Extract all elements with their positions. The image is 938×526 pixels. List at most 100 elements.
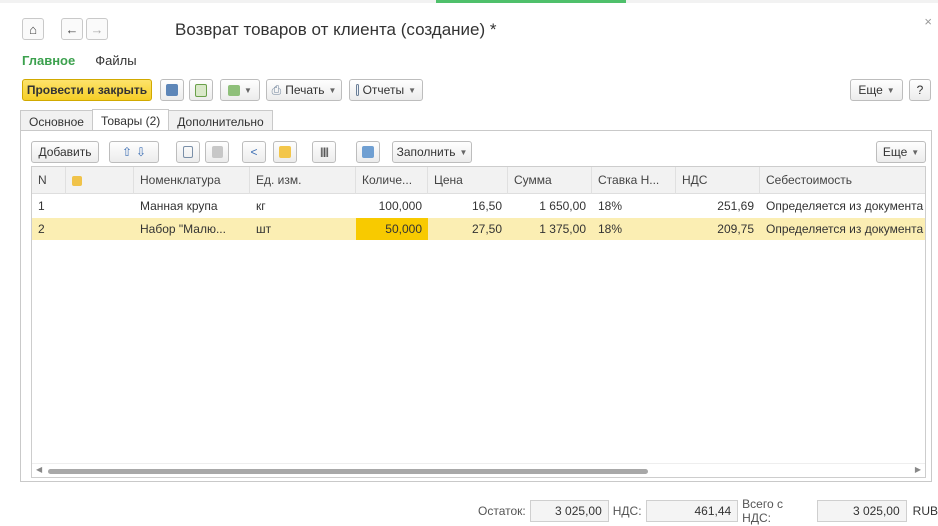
pick-goods-button[interactable] (356, 141, 380, 163)
fill-label: Заполнить (396, 145, 456, 159)
section-files[interactable]: Файлы (95, 53, 136, 68)
barcode-button[interactable]: ||||| (312, 141, 336, 163)
chevron-down-icon: ▼ (886, 85, 895, 95)
col-unit[interactable]: Ед. изм. (250, 167, 356, 194)
scroll-left-icon[interactable]: ◀ (36, 465, 42, 474)
cell-sum[interactable]: 1 375,00 (508, 218, 592, 240)
save-button[interactable] (160, 79, 184, 101)
printer-icon: ⎙ (271, 82, 282, 97)
currency-label: RUB (912, 504, 938, 518)
cell-n: 2 (38, 222, 45, 236)
total-label: Всего с НДС: (742, 497, 783, 525)
add-button[interactable]: Добавить (31, 141, 99, 163)
cell-n: 1 (38, 199, 45, 213)
section-nav: Главное Файлы (22, 53, 137, 68)
cell-quantity-focused[interactable]: 50,000 (356, 218, 428, 240)
more-button[interactable]: Еще ▼ (850, 79, 903, 101)
cell-unit[interactable]: кг (250, 195, 356, 217)
scroll-right-icon[interactable]: ▶ (915, 465, 921, 474)
cell-name[interactable]: Набор "Малю... (134, 218, 250, 240)
cell-vat[interactable]: 251,69 (676, 195, 760, 217)
arrow-right-icon[interactable]: → (86, 18, 108, 40)
col-price[interactable]: Цена (428, 167, 508, 194)
floppy-icon (166, 84, 178, 96)
total-value: 3 025,00 (816, 500, 907, 522)
rest-value: 3 025,00 (529, 500, 609, 522)
cell-quantity[interactable]: 100,000 (356, 195, 428, 217)
table-header: N Номенклатура Ед. изм. Количе... Цена С… (32, 167, 925, 194)
col-n[interactable]: N (32, 167, 66, 194)
split-row-button[interactable]: < (242, 141, 266, 163)
cell-cost[interactable]: Определяется из документа Ре (760, 195, 925, 217)
goods-table[interactable]: N Номенклатура Ед. изм. Количе... Цена С… (31, 166, 926, 478)
close-icon[interactable]: × (924, 14, 932, 29)
table-more-button[interactable]: Еще ▼ (876, 141, 926, 163)
copy-icon (183, 146, 193, 158)
col-sum[interactable]: Сумма (508, 167, 592, 194)
chevron-down-icon: ▼ (328, 85, 337, 95)
window-top-border (0, 0, 938, 3)
print-label: Печать (285, 83, 325, 97)
col-vat[interactable]: НДС (676, 167, 760, 194)
pick-list-icon (362, 146, 374, 158)
cell-price[interactable]: 27,50 (428, 218, 508, 240)
cell-price[interactable]: 16,50 (428, 195, 508, 217)
create-based-on-button[interactable]: ▼ (220, 79, 260, 101)
chevron-down-icon: ▼ (459, 147, 468, 157)
copy-row-button[interactable] (176, 141, 200, 163)
post-and-close-button[interactable]: Провести и закрыть (22, 79, 152, 101)
paste-icon (211, 146, 223, 158)
barcode-icon: ||||| (320, 146, 329, 158)
totals-bar: Остаток: 3 025,00 НДС: 461,44 Всего с НД… (478, 497, 938, 525)
move-buttons[interactable]: ⇧ ⇩ (109, 141, 159, 163)
chevron-down-icon: ▼ (244, 85, 252, 95)
page-title: Возврат товаров от клиента (создание) * (175, 20, 497, 39)
chevron-down-icon: ▼ (911, 147, 920, 157)
table-more-label: Еще (882, 145, 908, 159)
col-flag[interactable] (66, 167, 134, 194)
cell-name[interactable]: Манная крупа (134, 195, 250, 217)
marker-icon (72, 175, 82, 186)
cell-sum[interactable]: 1 650,00 (508, 195, 592, 217)
col-vat-rate[interactable]: Ставка Н... (592, 167, 676, 194)
select-button[interactable] (273, 141, 297, 163)
cell-vat-rate[interactable]: 18% (592, 195, 676, 217)
goods-panel: Добавить ⇧ ⇩ < ||||| Заполнить ▼ Еще ▼ N Но… (20, 130, 932, 482)
tab-additional[interactable]: Дополнительно (168, 110, 273, 132)
tab-main[interactable]: Основное (20, 110, 93, 132)
cell-vat-rate[interactable]: 18% (592, 218, 676, 240)
arrow-left-icon[interactable]: ← (61, 18, 83, 40)
horizontal-scrollbar[interactable]: ◀ ▶ (32, 463, 925, 477)
active-window-indicator (436, 0, 626, 3)
arrow-up-icon[interactable]: ⇧ (122, 145, 132, 159)
cell-unit[interactable]: шт (250, 218, 356, 240)
chevron-down-icon: ▼ (408, 85, 416, 95)
paste-button[interactable] (205, 141, 229, 163)
split-icon: < (250, 145, 258, 159)
help-button[interactable]: ? (909, 79, 931, 101)
selection-icon (279, 146, 291, 158)
more-label: Еще (858, 83, 883, 97)
fill-button[interactable]: Заполнить ▼ (392, 141, 472, 163)
arrow-down-icon[interactable]: ⇩ (136, 145, 146, 159)
cell-vat[interactable]: 209,75 (676, 218, 760, 240)
section-main[interactable]: Главное (22, 53, 75, 68)
post-button[interactable] (189, 79, 213, 101)
report-icon (356, 84, 359, 96)
rest-label: Остаток: (478, 504, 526, 518)
create-based-icon (228, 84, 241, 96)
table-row[interactable]: 1 Манная крупа кг 100,000 16,50 1 650,00… (32, 195, 925, 217)
home-icon[interactable]: ⌂ (22, 18, 44, 40)
table-row-selected[interactable]: 2 Набор "Малю... шт 50,000 27,50 1 375,0… (32, 218, 925, 240)
reports-label: Отчеты (362, 83, 405, 97)
col-nomenclature[interactable]: Номенклатура (134, 167, 250, 194)
col-quantity[interactable]: Количе... (356, 167, 428, 194)
scrollbar-thumb[interactable] (48, 469, 648, 474)
reports-button[interactable]: Отчеты ▼ (349, 79, 423, 101)
cell-cost[interactable]: Определяется из документа Ре (760, 218, 925, 240)
post-document-icon (195, 83, 207, 97)
print-button[interactable]: ⎙ Печать ▼ (266, 79, 342, 101)
vat-label: НДС: (612, 504, 642, 518)
vat-value: 461,44 (645, 500, 739, 522)
col-cost[interactable]: Себестоимость (760, 167, 925, 194)
